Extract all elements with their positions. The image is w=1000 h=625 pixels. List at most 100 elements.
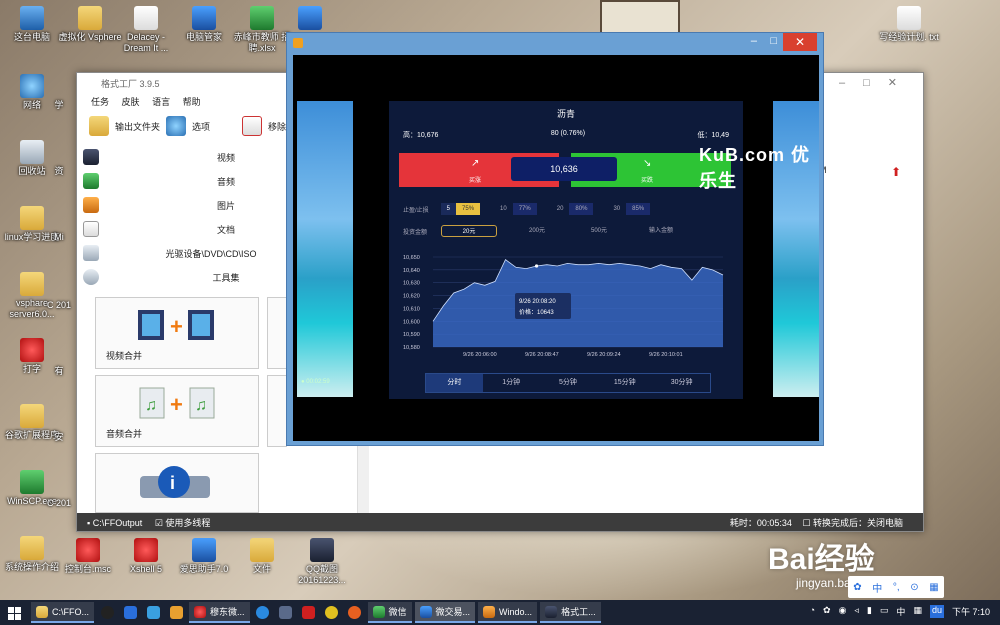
taskbar-firefox[interactable] [345, 602, 365, 623]
paw-icon[interactable]: ✿ [823, 605, 831, 618]
stop-option[interactable]: 30 [607, 203, 626, 215]
taskbar-browser[interactable]: 穆东微... [189, 602, 250, 623]
ime-grid-icon[interactable]: ▦ [929, 582, 938, 593]
arrow-up-icon[interactable]: ⬆ [891, 165, 901, 179]
tab-30min[interactable]: 30分钟 [653, 374, 710, 392]
stop-option[interactable]: 20 [551, 203, 570, 215]
stop-option[interactable]: 5 [440, 203, 457, 215]
invest-custom[interactable]: 输入金额 [633, 225, 689, 237]
desktop-icon-excel[interactable]: 赤峰市教师 招聘.xlsx [230, 6, 294, 54]
brand-logo: KuB.com 优乐生 [699, 145, 811, 191]
desktop-icon-partial[interactable] [290, 6, 330, 32]
menu-help[interactable]: 帮助 [183, 97, 201, 107]
taskbar-app[interactable] [120, 602, 140, 623]
category-image[interactable]: 图片 [83, 193, 283, 217]
tab-1min[interactable]: 1分钟 [483, 374, 540, 392]
tray-app-icon[interactable]: ▦ [913, 605, 922, 618]
taskbar-app[interactable] [299, 602, 319, 623]
invest-option[interactable]: 20元 [441, 225, 498, 237]
invest-option[interactable]: 200元 [509, 225, 565, 237]
menu-skin[interactable]: 皮肤 [122, 97, 140, 107]
tab-15min[interactable]: 15分钟 [596, 374, 653, 392]
desktop-icon-vsphere-server[interactable]: vsphare server6.0... [0, 272, 64, 320]
taskbar-wechat[interactable]: 微信 [367, 602, 412, 623]
stop-option[interactable]: 10 [494, 203, 513, 215]
stop-option-pct[interactable]: 77% [512, 203, 537, 215]
remove-button[interactable]: 移除 [268, 120, 286, 133]
stop-option-pct[interactable]: 75% [456, 203, 481, 215]
start-button[interactable] [0, 600, 28, 625]
stop-option-pct[interactable]: 85% [626, 203, 651, 215]
input-method[interactable]: 中 [896, 605, 905, 618]
partial-label: 资 [54, 166, 64, 176]
taskbar-player[interactable]: Windo... [478, 602, 538, 623]
wifi-icon[interactable]: ◔ [810, 605, 815, 618]
taskbar-trading[interactable]: 微交易... [414, 602, 476, 623]
video-area[interactable]: 沥青 高：10,676 80 (0.76%) 低：10,49 ↗ 买涨 ↘ 买跌… [293, 55, 819, 441]
tile-partial[interactable] [267, 297, 287, 369]
taskbar-app[interactable] [253, 602, 273, 623]
signal-icon[interactable]: ▮ [867, 605, 872, 618]
taskbar-app[interactable] [322, 602, 342, 623]
desktop-icon-vsphere[interactable]: 虚拟化 Vsphere [58, 6, 122, 43]
desktop-icon-files[interactable]: 文件 [230, 538, 294, 575]
invest-option[interactable]: 500元 [571, 225, 627, 237]
desktop-icon-xshell[interactable]: Xshell 5 [114, 538, 178, 575]
ime-paw-icon: ✿ [853, 581, 862, 593]
tile-audio-merge[interactable]: ♫ + ♫ 音频合并 [95, 375, 259, 447]
taskbar-app[interactable] [166, 602, 186, 623]
output-folder-button[interactable]: 输出文件夹 [115, 120, 160, 133]
video-player-window[interactable]: – □ ✕ 沥青 高：10,676 80 (0.76%) 低：10,49 ↗ 买… [286, 32, 824, 446]
menu-task[interactable]: 任务 [91, 97, 109, 107]
winscp-icon [20, 470, 44, 494]
tile-partial[interactable] [267, 375, 287, 447]
close-button[interactable]: ✕ [783, 33, 817, 51]
ime-mode[interactable]: 中 [872, 580, 882, 595]
tile-media-info[interactable]: i [95, 453, 259, 513]
menu-language[interactable]: 语言 [152, 97, 170, 107]
player-icon [483, 605, 496, 618]
tile-video-merge[interactable]: + 视频合并 [95, 297, 259, 369]
taskbar-app[interactable] [143, 602, 163, 623]
clock[interactable]: 下午 7:10 [952, 605, 990, 618]
category-tools[interactable]: 工具集 [83, 265, 283, 289]
desktop-icon-txt[interactable]: 写经验计划. txt [874, 6, 944, 43]
ime-punct[interactable]: °, [893, 582, 900, 593]
ff-window-controls[interactable]: –□✕ [839, 76, 915, 89]
category-document[interactable]: 文档 [83, 217, 283, 241]
chat-icon[interactable]: ▭ [880, 605, 889, 618]
minimize-button[interactable]: – [751, 35, 757, 47]
category-optical[interactable]: 光驱设备\DVD\CD\ISO [83, 241, 283, 265]
options-button[interactable]: 选项 [192, 120, 210, 133]
taskbar-qq[interactable] [97, 602, 117, 623]
desktop-icon-console[interactable]: 控制台.msc [56, 538, 120, 575]
player-titlebar[interactable]: – □ ✕ [287, 33, 823, 53]
tab-5min[interactable]: 5分钟 [540, 374, 597, 392]
wechat-tray-icon[interactable]: ◉ [839, 605, 847, 618]
ime-toolbar[interactable]: ✿ 中 °, ⊙ ▦ [848, 576, 944, 598]
taskbar-format-factory[interactable]: 格式工... [540, 602, 601, 623]
desktop-icon-mp3[interactable]: Delacey - Dream It ... [114, 6, 178, 54]
baidu-du-icon[interactable]: du [929, 605, 944, 618]
multi-thread-checkbox[interactable]: ☑ [155, 518, 163, 528]
desktop-icon-qq-screenshot[interactable]: QQ截图 20161223... [290, 538, 354, 586]
desktop-icon-this-pc[interactable]: 这台电脑 [0, 6, 64, 43]
desktop-icon-system-intro[interactable]: 系统操作介绍 [0, 536, 64, 573]
svg-text:+: + [170, 314, 183, 339]
taskbar-explorer[interactable]: C:\FFO... [31, 602, 94, 623]
output-path[interactable]: C:\FFOutput [93, 518, 143, 528]
maximize-button[interactable]: □ [770, 35, 777, 47]
tools-icon [83, 269, 99, 285]
speaker-icon[interactable]: ◃ [854, 605, 859, 618]
stop-option-pct[interactable]: 80% [569, 203, 594, 215]
taskbar-app[interactable] [276, 602, 296, 623]
ime-emoji[interactable]: ⊙ [910, 582, 918, 593]
desktop-icon-pc-manager[interactable]: 电脑管家 [172, 6, 236, 43]
desktop-icon-i4[interactable]: 爱思助手7.0 [172, 538, 236, 575]
price-chart[interactable]: 10,650 10,640 10,630 10,620 10,610 10,600 10,5… [403, 255, 729, 359]
category-video[interactable]: 视频 [83, 145, 283, 169]
tab-timeshare[interactable]: 分时 [426, 374, 483, 392]
after-convert-checkbox[interactable]: ☐ [802, 518, 810, 528]
video-merge-icon: + [136, 306, 220, 344]
category-audio[interactable]: 音频 [83, 169, 283, 193]
